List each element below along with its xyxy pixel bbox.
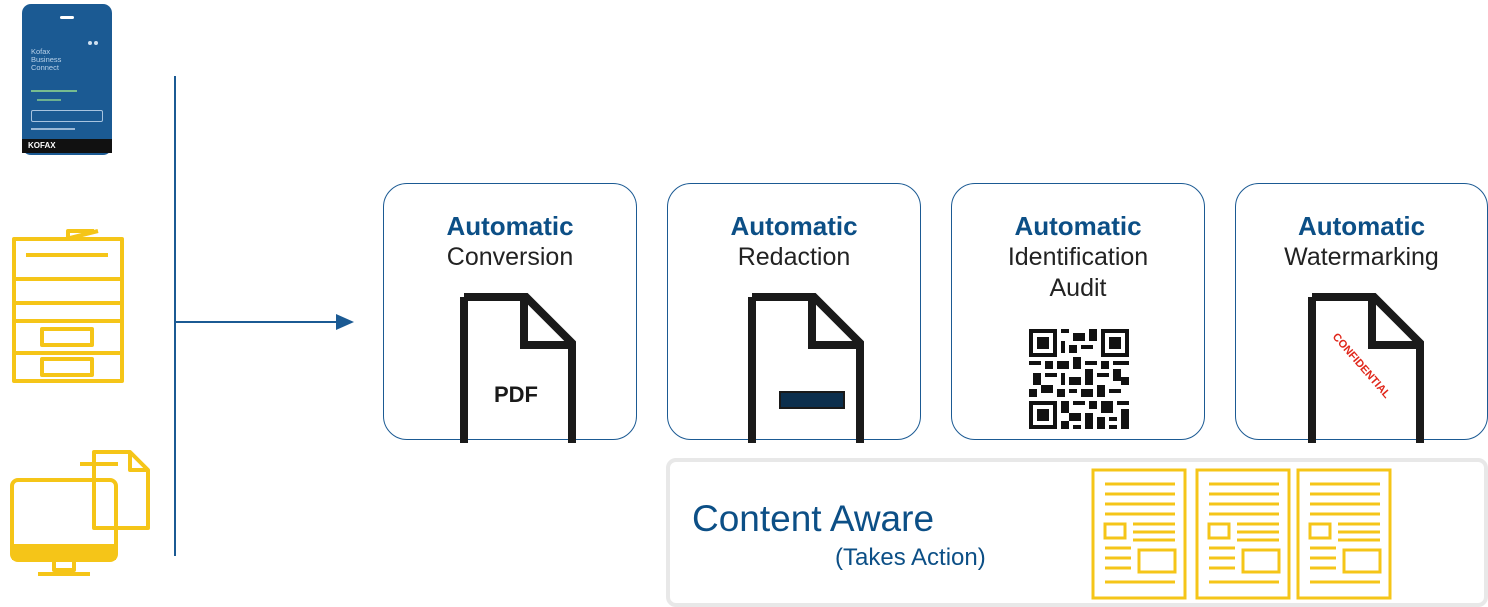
card-heading: Automatic — [1014, 211, 1142, 241]
card-heading: Automatic — [1297, 211, 1426, 241]
card-subtitle: Conversion — [446, 243, 574, 271]
content-aware-panel: Content Aware (Takes Action) — [666, 458, 1488, 607]
mfp-printer-icon — [12, 229, 124, 383]
watermarked-document-icon: CONFIDENTIAL — [1308, 293, 1424, 443]
phone-app-title: Kofax Business Connect — [31, 47, 62, 72]
mobile-app-icon: Kofax Business Connect KOFAX — [22, 4, 112, 155]
panel-title: Content Aware — [692, 498, 935, 539]
card-automatic-watermarking: Automatic Watermarking CONFIDENTIAL — [1235, 183, 1488, 443]
desktop-documents-icon — [10, 450, 150, 576]
pdf-document-icon: PDF — [460, 293, 576, 443]
phone-status-line — [31, 90, 77, 92]
card-heading: Automatic — [730, 211, 858, 241]
phone-login-button — [31, 110, 103, 122]
phone-brand-bar: KOFAX — [22, 139, 112, 153]
redacted-document-icon — [748, 293, 864, 443]
yellow-document-icon — [1195, 468, 1291, 600]
phone-status-line — [37, 99, 61, 101]
card-automatic-redaction: Automatic Redaction — [667, 183, 921, 443]
phone-link — [31, 128, 75, 130]
card-subtitle: Redaction — [737, 243, 851, 271]
pdf-label: PDF — [494, 382, 538, 407]
card-heading: Automatic — [446, 211, 574, 241]
yellow-document-icon — [1296, 468, 1392, 600]
card-subtitle: Watermarking — [1284, 243, 1439, 271]
panel-subtitle: (Takes Action) — [835, 544, 986, 571]
card-automatic-conversion: Automatic Conversion PDF — [383, 183, 637, 443]
status-dots — [88, 32, 102, 45]
card-automatic-identification-audit: Automatic Identification Audit — [951, 183, 1205, 440]
card-subtitle: Identification Audit — [1007, 243, 1149, 302]
qr-code-icon — [1029, 329, 1129, 429]
flow-arrow — [174, 314, 354, 330]
speaker-slot — [60, 16, 74, 19]
yellow-document-icon — [1091, 468, 1187, 600]
